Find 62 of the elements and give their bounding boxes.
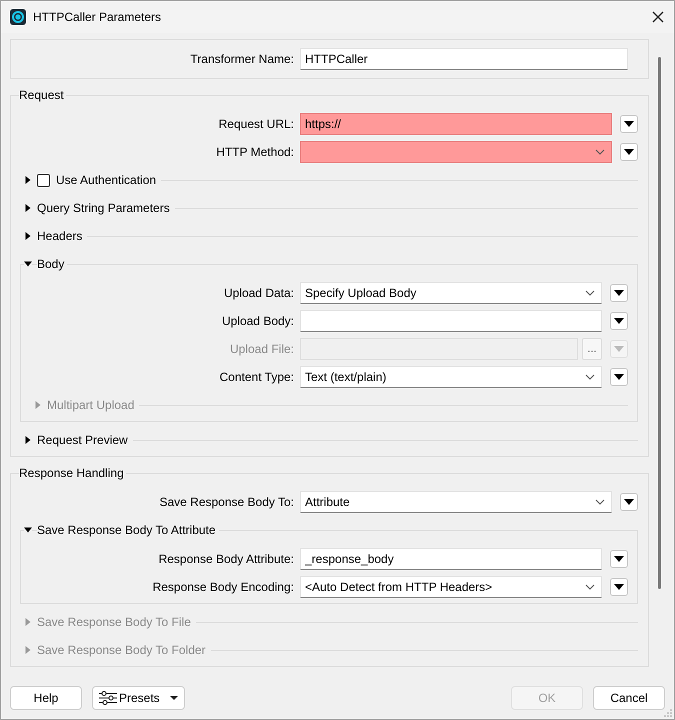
dropdown[interactable]: Specify Upload Body — [300, 282, 602, 304]
field-label: HTTP Method: — [215, 145, 294, 159]
checkbox[interactable] — [37, 174, 50, 186]
dropdown[interactable]: Text (text/plain) — [300, 366, 602, 388]
options-menu-button[interactable] — [610, 312, 628, 330]
chevron-icon — [595, 149, 605, 155]
caret-icon — [624, 149, 634, 155]
group-title: Response Handling — [19, 466, 126, 480]
chevron-icon — [585, 290, 595, 296]
presets-button[interactable]: Presets — [92, 686, 185, 710]
options-menu-button[interactable] — [610, 578, 628, 596]
scrollbar[interactable] — [658, 57, 661, 589]
caret-icon — [614, 318, 624, 324]
caret-icon — [614, 290, 624, 296]
field-label: Upload File: — [228, 342, 294, 356]
input-field[interactable]: _response_body — [300, 548, 602, 570]
sliders-icon — [99, 691, 117, 705]
collapse-triangle-icon[interactable] — [24, 526, 32, 534]
caret-icon — [614, 374, 624, 380]
input-field[interactable] — [300, 310, 602, 332]
caret-icon — [614, 346, 624, 352]
field-label: Content Type: — [218, 370, 294, 384]
window-title: HTTPCaller Parameters — [33, 10, 162, 24]
chevron-icon — [595, 499, 605, 505]
options-menu-button[interactable] — [620, 493, 638, 511]
caret-icon — [170, 696, 178, 700]
options-menu-button[interactable] — [610, 368, 628, 386]
resize-grip-icon[interactable] — [664, 709, 672, 717]
input-field[interactable]: https:// — [300, 113, 612, 135]
expand-triangle-icon[interactable] — [24, 176, 32, 184]
chevron-icon — [585, 374, 595, 380]
section-header[interactable]: Body — [37, 257, 68, 271]
group-title: Request — [19, 88, 66, 102]
dropdown[interactable]: Attribute — [300, 491, 612, 513]
caret-icon — [614, 556, 624, 562]
options-menu-button[interactable] — [610, 284, 628, 302]
field-label: Transformer Name: — [189, 52, 294, 66]
section-header[interactable]: Request Preview — [37, 433, 131, 447]
dialog-button[interactable]: Help — [10, 686, 82, 710]
close-icon[interactable] — [652, 11, 664, 23]
field-label: Request URL: — [218, 117, 294, 131]
caret-icon — [614, 584, 624, 590]
caret-icon — [624, 121, 634, 127]
app-icon — [10, 9, 26, 25]
chevron-icon — [585, 584, 595, 590]
field-label: Upload Body: — [220, 314, 294, 328]
options-menu-button[interactable] — [620, 143, 638, 161]
dialog-button[interactable]: Cancel — [593, 686, 665, 710]
dropdown[interactable]: <Auto Detect from HTTP Headers> — [300, 576, 602, 598]
field-label: Response Body Encoding: — [152, 580, 294, 594]
field-label: Upload Data: — [222, 286, 294, 300]
options-menu-button[interactable] — [620, 115, 638, 133]
field-label: Save Response Body To: — [158, 495, 294, 509]
options-menu-button[interactable] — [610, 550, 628, 568]
expand-triangle-icon[interactable] — [24, 204, 32, 212]
caret-icon — [624, 499, 634, 505]
transformer-name-field[interactable]: HTTPCaller — [300, 48, 628, 70]
collapse-triangle-icon[interactable] — [24, 260, 32, 268]
expand-triangle-icon[interactable] — [24, 232, 32, 240]
section-header[interactable]: Save Response Body To Attribute — [37, 523, 219, 537]
expand-triangle-icon[interactable] — [24, 436, 32, 444]
field-label: Response Body Attribute: — [158, 552, 294, 566]
